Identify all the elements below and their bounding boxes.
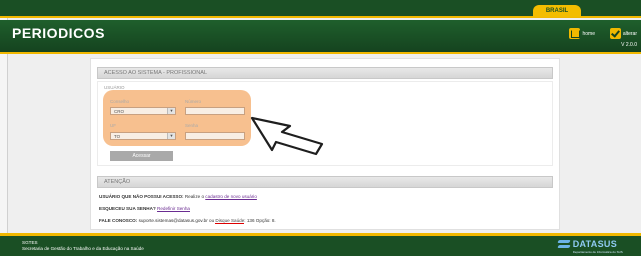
alterar-button[interactable]: alterar [609,27,637,40]
conselho-label: Conselho [110,99,130,104]
cadastro-link[interactable]: cadastro de novo usuário [205,194,257,199]
info3-text: suporte.sistemas@datasus.gov.br ou [137,218,216,223]
datasus-mark-icon [558,240,571,249]
page-title: PERIODICOS [12,25,105,41]
redefinir-senha-link[interactable]: Redefinir Senha [157,206,190,211]
disque-saude-link[interactable]: Disque Saúde [215,218,245,224]
uf-select[interactable]: TO ▼ [110,132,176,140]
info3-bold: FALE CONOSCO: [99,218,138,223]
atencao-section-header: ATENÇÃO [97,176,553,188]
conselho-select[interactable]: CRO ▼ [110,107,176,115]
info3-suffix: : 136 Opção: 8. [244,218,276,223]
header-divider [0,52,641,54]
info1-text: Realize o [183,194,206,199]
senha-input[interactable] [185,132,245,140]
datasus-wordmark: DATASUS [572,239,617,249]
footer-secretaria: Secretaria de Gestão do Trabalho e da Ed… [22,246,144,251]
info-line-novo-usuario: USUÁRIO QUE NÃO POSSUI ACESSO: Realize o… [99,194,257,199]
numero-input[interactable] [185,107,245,115]
dropdown-arrow-icon[interactable]: ▼ [167,108,175,114]
datasus-subtitle: Departamento de Informática do SUS [572,250,623,254]
alterar-label: alterar [622,30,637,37]
top-strip: BRASIL [0,0,641,18]
conselho-value: CRO [114,109,124,114]
footer-sgtes: SGTES [22,240,38,245]
uf-value: TO [114,134,121,139]
app-header: PERIODICOS home alterar V 2.0.0 [0,20,641,52]
version-label: V 2.0.0 [621,42,637,48]
login-section-header: ACESSO AO SISTEMA - PROFISSIONAL [97,67,553,79]
uf-label: UF [110,123,116,128]
numero-label: Número [185,99,202,104]
brasil-tab[interactable]: BRASIL [533,5,581,17]
check-icon [609,28,621,39]
info-line-contato: FALE CONOSCO: suporte.sistemas@datasus.g… [99,218,276,224]
info-line-senha: ESQUECEU SUA SENHA? Redefinir Senha [99,206,190,211]
home-label: home [582,30,595,37]
home-button[interactable]: home [569,27,595,40]
home-icon [569,28,581,39]
senha-label: Senha [185,123,199,128]
footer: SGTES Secretaria de Gestão do Trabalho e… [0,236,641,256]
dropdown-arrow-icon[interactable]: ▼ [167,133,175,139]
info2-bold: ESQUECEU SUA SENHA? [99,206,156,211]
datasus-logo[interactable]: DATASUS Departamento de Informática do S… [558,239,623,254]
pointer-cursor-icon [250,116,324,156]
acessar-button[interactable]: Acessar [110,151,173,161]
info1-bold: USUÁRIO QUE NÃO POSSUI ACESSO: [99,194,184,199]
